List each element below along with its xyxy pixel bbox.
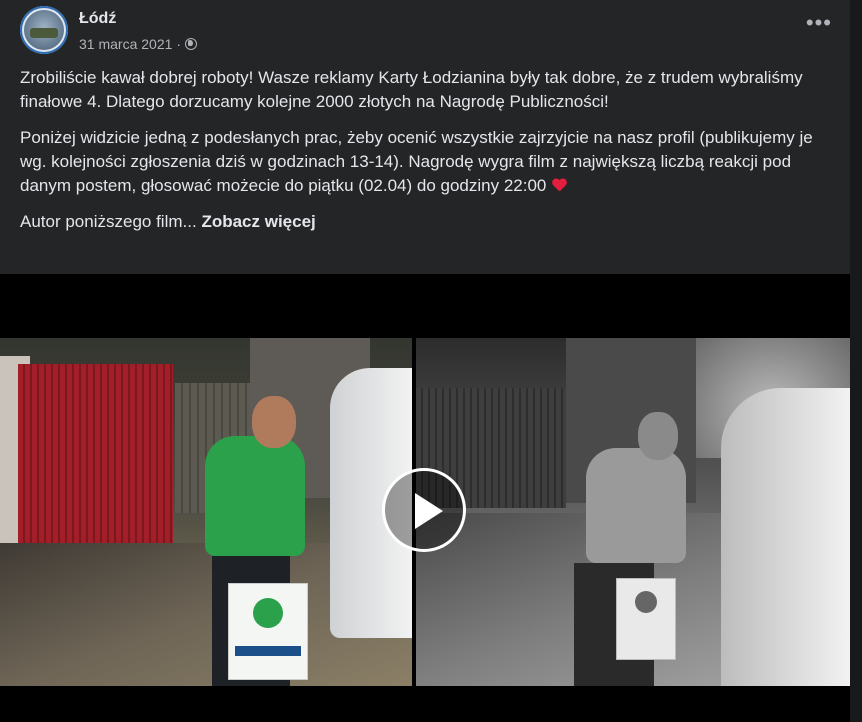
man-head bbox=[638, 412, 678, 460]
man-shirt bbox=[586, 448, 686, 563]
bag-logo bbox=[253, 598, 283, 628]
bag-strip bbox=[235, 646, 301, 656]
post-paragraph-1: Zrobiliście kawał dobrej roboty! Wasze r… bbox=[20, 68, 803, 111]
see-more-link[interactable]: Zobacz więcej bbox=[201, 212, 315, 231]
post-text: Zrobiliście kawał dobrej roboty! Wasze r… bbox=[20, 66, 830, 246]
post-date-link[interactable]: 31 marca 2021 bbox=[79, 36, 172, 52]
post-paragraph-3: Autor poniższego film... Zobacz więcej bbox=[20, 210, 830, 234]
bag-logo bbox=[635, 591, 657, 613]
video-frame-color bbox=[0, 338, 412, 686]
page-background-edge bbox=[850, 0, 862, 722]
man-shirt bbox=[205, 436, 305, 556]
red-fence bbox=[18, 364, 173, 544]
heart-emoji-icon bbox=[553, 178, 567, 192]
catering-bag bbox=[228, 583, 308, 680]
man-head bbox=[252, 396, 296, 448]
more-options-icon[interactable]: ••• bbox=[806, 12, 832, 34]
catering-bag bbox=[616, 578, 676, 660]
truncated-text: Autor poniższego film... bbox=[20, 212, 197, 231]
page-avatar[interactable] bbox=[20, 6, 68, 54]
post-paragraph-2-text: Poniżej widzicie jedną z podesłanych pra… bbox=[20, 128, 813, 195]
globe-icon[interactable] bbox=[185, 38, 198, 50]
page-name-link[interactable]: Łódź bbox=[79, 10, 116, 28]
meta-separator: · bbox=[176, 36, 182, 52]
van bbox=[721, 388, 850, 686]
post-meta: 31 marca 2021 · bbox=[79, 36, 198, 52]
post-paragraph-2: Poniżej widzicie jedną z podesłanych pra… bbox=[20, 126, 830, 198]
video-player[interactable] bbox=[0, 274, 850, 722]
video-frame-grayscale bbox=[416, 338, 850, 686]
post-card: Łódź 31 marca 2021 · ••• Zrobiliście kaw… bbox=[0, 0, 850, 722]
play-icon[interactable] bbox=[382, 468, 466, 552]
post-header: Łódź 31 marca 2021 · ••• bbox=[20, 6, 840, 58]
